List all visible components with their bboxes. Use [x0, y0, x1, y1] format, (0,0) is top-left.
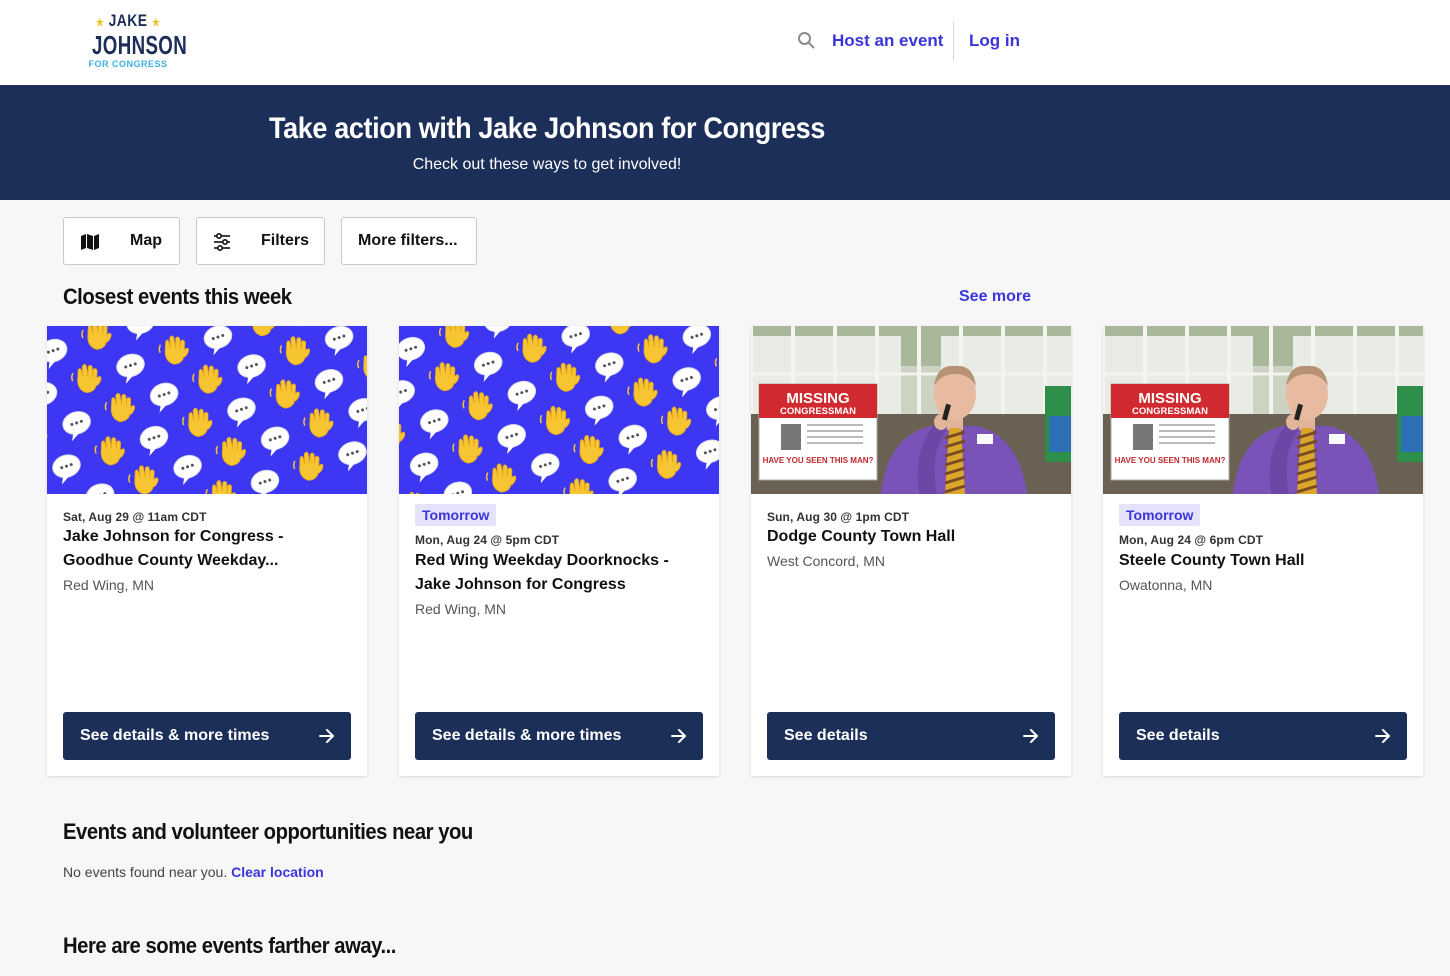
event-card[interactable]: Sat, Aug 29 @ 11am CDT Jake Johnson for …: [47, 326, 367, 776]
logo-line1: JAKE: [108, 11, 148, 30]
event-date: Sun, Aug 30 @ 1pm CDT: [767, 510, 910, 524]
svg-text:CONGRESSMAN: CONGRESSMAN: [780, 406, 856, 417]
arrow-right-icon: [319, 729, 334, 743]
event-image: [399, 326, 719, 494]
waving-hands-pattern-image: [399, 326, 719, 494]
svg-text:HAVE YOU SEEN THIS MAN?: HAVE YOU SEEN THIS MAN?: [1115, 456, 1226, 465]
event-date: Sat, Aug 29 @ 11am CDT: [63, 510, 207, 524]
svg-text:HAVE YOU SEEN THIS MAN?: HAVE YOU SEEN THIS MAN?: [763, 456, 874, 465]
star-icon: ★: [95, 17, 105, 29]
event-location: Red Wing, MN: [63, 577, 155, 593]
event-date: Mon, Aug 24 @ 5pm CDT: [415, 533, 560, 547]
town-hall-photo-image: MISSINGCONGRESSMAN HAVE YOU SEEN THIS MAN…: [751, 326, 1071, 494]
event-image: MISSING CONGRESSMAN HAVE YOU SEEN THIS MAN…: [751, 326, 1071, 494]
login-link[interactable]: Log in: [969, 31, 1020, 51]
page-subtitle: Check out these ways to get involved!: [412, 156, 682, 173]
no-events-text: No events found near you.: [63, 864, 232, 880]
event-location: Red Wing, MN: [415, 601, 507, 617]
see-details-button[interactable]: See details: [1119, 712, 1407, 760]
star-icon: ★: [151, 17, 161, 29]
map-button[interactable]: Map: [63, 217, 180, 265]
filters-button[interactable]: Filters: [196, 217, 325, 265]
tomorrow-badge: Tomorrow: [415, 504, 497, 526]
event-date: Mon, Aug 24 @ 6pm CDT: [1119, 533, 1264, 547]
event-location: West Concord, MN: [767, 553, 885, 569]
filters-button-label: Filters: [261, 232, 310, 249]
event-title[interactable]: Steele County Town Hall: [1119, 549, 1409, 573]
event-title[interactable]: Jake Johnson for Congress - Goodhue Coun…: [63, 525, 353, 573]
see-details-button[interactable]: See details & more times: [63, 712, 351, 760]
see-details-button[interactable]: See details & more times: [415, 712, 703, 760]
see-details-button[interactable]: See details: [767, 712, 1055, 760]
more-filters-button[interactable]: More filters...: [341, 217, 477, 265]
event-image: MISSING CONGRESSMAN HAVE YOU SEEN THIS MAN…: [1103, 326, 1423, 494]
logo[interactable]: ★ JAKE ★ JOHNSON FOR CONGRESS: [78, 11, 188, 72]
arrow-right-icon: [1023, 729, 1038, 743]
nearby-events-heading: Events and volunteer opportunities near …: [63, 819, 473, 844]
no-events-message: No events found near you. Clear location: [63, 863, 324, 881]
page-title: Take action with Jake Johnson for Congre…: [268, 112, 826, 145]
logo-line2: JOHNSON: [92, 30, 188, 60]
site-header: ★ JAKE ★ JOHNSON FOR CONGRESS Host an ev…: [0, 0, 1450, 85]
host-event-link[interactable]: Host an event: [832, 31, 943, 51]
arrow-right-icon: [671, 729, 686, 743]
svg-text:MISSING: MISSING: [1138, 390, 1201, 407]
clear-location-link[interactable]: Clear location: [231, 864, 324, 880]
event-title[interactable]: Red Wing Weekday Doorknocks - Jake Johns…: [415, 549, 705, 597]
farther-events-heading: Here are some events farther away...: [63, 933, 396, 958]
event-image: [47, 326, 367, 494]
see-details-label: See details: [1136, 727, 1220, 744]
see-details-label: See details & more times: [80, 727, 270, 744]
event-card[interactable]: MISSING CONGRESSMAN HAVE YOU SEEN THIS MAN…: [1103, 326, 1423, 776]
more-filters-label: More filters...: [358, 232, 458, 249]
event-card[interactable]: Tomorrow Mon, Aug 24 @ 5pm CDT Red Wing …: [399, 326, 719, 776]
town-hall-photo-image: MISSINGCONGRESSMAN HAVE YOU SEEN THIS MAN…: [1103, 326, 1423, 494]
event-title[interactable]: Dodge County Town Hall: [767, 525, 1057, 549]
closest-events-heading: Closest events this week: [63, 284, 292, 309]
waving-hands-pattern-image: [47, 326, 367, 494]
see-more-link[interactable]: See more: [959, 287, 1031, 307]
search-icon[interactable]: [797, 31, 815, 49]
nav-divider: [953, 21, 954, 61]
arrow-right-icon: [1375, 729, 1390, 743]
map-icon: [81, 234, 99, 250]
event-card[interactable]: MISSING CONGRESSMAN HAVE YOU SEEN THIS MAN…: [751, 326, 1071, 776]
map-button-label: Map: [130, 232, 162, 249]
sliders-icon: [214, 233, 230, 251]
see-details-label: See details & more times: [432, 727, 622, 744]
hero-banner: Take action with Jake Johnson for Congre…: [0, 85, 1450, 200]
event-location: Owatonna, MN: [1119, 577, 1213, 593]
see-details-label: See details: [784, 727, 868, 744]
svg-text:MISSING: MISSING: [786, 390, 849, 407]
svg-text:CONGRESSMAN: CONGRESSMAN: [1132, 406, 1208, 417]
tomorrow-badge: Tomorrow: [1119, 504, 1201, 526]
